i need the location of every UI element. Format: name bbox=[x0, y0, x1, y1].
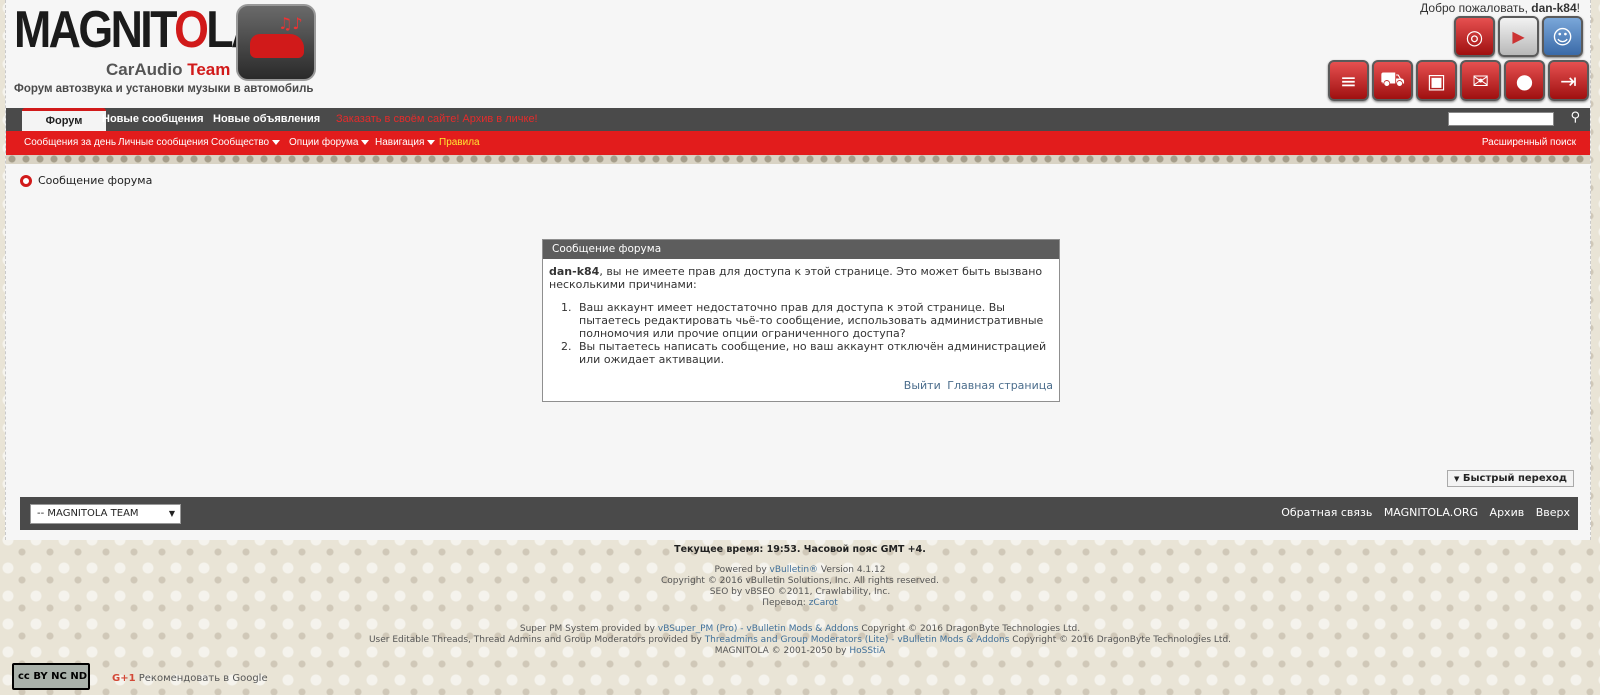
site-tagline: Форум автозвука и установки музыки в авт… bbox=[14, 83, 314, 95]
tab-new-ads[interactable]: Новые объявления bbox=[213, 108, 320, 131]
footer-links: Обратная связь MAGNITOLA.ORG Архив Вверх bbox=[1273, 506, 1570, 519]
pm-addon-link[interactable]: vBSuper_PM (Pro) - vBulletin Mods & Addo… bbox=[658, 624, 859, 634]
message-username: dan-k84 bbox=[549, 265, 600, 278]
list-item: Ваш аккаунт имеет недостаточно прав для … bbox=[575, 301, 1053, 340]
footer-bar: -- MAGNITOLA TEAM ▼ Обратная связь MAGNI… bbox=[20, 497, 1578, 530]
logout-icon[interactable]: ⇥ bbox=[1548, 60, 1589, 101]
logo-wordmark: MAGNITOLA bbox=[14, 1, 263, 59]
multimedia-icon[interactable]: ▶ bbox=[1498, 16, 1539, 57]
footer-link-home[interactable]: MAGNITOLA.ORG bbox=[1384, 506, 1478, 519]
subnav-community[interactable]: Сообщество bbox=[211, 131, 281, 155]
subnav-forum-options[interactable]: Опции форума bbox=[289, 131, 370, 155]
main-navbar: Форум Новые сообщения Новые объявления З… bbox=[6, 108, 1590, 131]
vbulletin-link[interactable]: vBulletin® bbox=[770, 565, 818, 575]
footer-link-top[interactable]: Вверх bbox=[1536, 506, 1570, 519]
breadcrumb-current: Сообщение форума bbox=[38, 174, 153, 187]
chevron-down-icon bbox=[361, 139, 370, 145]
logo-subtitle: CarAudio Team bbox=[106, 60, 231, 79]
footer-link-contact[interactable]: Обратная связь bbox=[1281, 506, 1372, 519]
logout-link[interactable]: Выйти bbox=[904, 379, 941, 392]
chevron-down-icon bbox=[272, 139, 281, 145]
reasons-list: Ваш аккаунт имеет недостаточно прав для … bbox=[575, 301, 1053, 366]
chevron-down-icon bbox=[427, 139, 436, 145]
footer-link-archive[interactable]: Архив bbox=[1490, 506, 1525, 519]
profile-icon[interactable]: ● bbox=[1504, 60, 1545, 101]
search-icon[interactable]: ⚲ bbox=[1570, 110, 1580, 125]
list-item: Вы пытаетесь написать сообщение, но ваш … bbox=[575, 340, 1053, 366]
mail-icon[interactable]: ✉ bbox=[1460, 60, 1501, 101]
lifebuoy-icon[interactable]: ◎ bbox=[1454, 16, 1495, 57]
decorative-strip bbox=[6, 155, 1590, 164]
list-icon[interactable]: ≡ bbox=[1328, 60, 1369, 101]
message-body: dan-k84, вы не имеете прав для доступа к… bbox=[543, 259, 1059, 366]
subnav-navigation[interactable]: Навигация bbox=[375, 131, 436, 155]
style-select[interactable]: -- MAGNITOLA TEAM ▼ bbox=[30, 504, 181, 524]
current-time: Текущее время: 19:53. Часовой пояс GMT +… bbox=[674, 544, 926, 555]
message-intro: dan-k84, вы не имеете прав для доступа к… bbox=[549, 265, 1043, 291]
home-icon[interactable] bbox=[20, 174, 32, 187]
creative-commons-badge[interactable]: cc BY NC ND bbox=[12, 663, 90, 690]
triangle-down-icon: ▼ bbox=[1454, 475, 1460, 483]
gplus-icon[interactable]: G+1 bbox=[112, 673, 136, 684]
promo-link[interactable]: Заказать в своём сайте! Архив в личке! bbox=[336, 108, 538, 131]
message-title: Сообщение форума bbox=[543, 240, 1059, 259]
site-logo[interactable]: MAGNITOLA CarAudio Team ♫♪ bbox=[14, 1, 316, 82]
forum-message-box: Сообщение форума dan-k84, вы не имеете п… bbox=[542, 239, 1060, 402]
search-input[interactable] bbox=[1448, 112, 1554, 126]
picture-icon[interactable]: ▣ bbox=[1416, 60, 1457, 101]
author-link[interactable]: HoSStiA bbox=[849, 646, 885, 656]
quick-nav-button[interactable]: ▼ Быстрый переход bbox=[1447, 470, 1574, 487]
tab-new-posts[interactable]: Новые сообщения bbox=[102, 108, 204, 131]
page-container: MAGNITOLA CarAudio Team ♫♪ Форум автозву… bbox=[5, 0, 1591, 540]
subnav-private-messages[interactable]: Личные сообщения bbox=[118, 131, 209, 155]
footer-credits: Текущее время: 19:53. Часовой пояс GMT +… bbox=[0, 544, 1600, 657]
gplus-widget[interactable]: G+1 Рекомендовать в Google bbox=[112, 673, 268, 684]
threadmins-link[interactable]: Threadmins and Group Moderators (Lite) -… bbox=[705, 635, 1010, 645]
car-badge-icon: ♫♪ bbox=[236, 4, 316, 81]
breadcrumb: Сообщение форума bbox=[20, 174, 152, 187]
translation-link[interactable]: zCarot bbox=[809, 598, 838, 608]
chevron-down-icon: ▼ bbox=[168, 509, 175, 518]
tab-forum[interactable]: Форум bbox=[22, 108, 106, 131]
welcome-username[interactable]: dan-k84 bbox=[1531, 1, 1576, 15]
cart-icon[interactable]: ⛟ bbox=[1372, 60, 1413, 101]
message-links: Выйти Главная страница bbox=[901, 379, 1053, 392]
welcome-text: Добро пожаловать, dan-k84! bbox=[1420, 1, 1580, 15]
subnav-today-posts[interactable]: Сообщения за день bbox=[24, 131, 116, 155]
support-icon[interactable]: ☺ bbox=[1542, 16, 1583, 57]
addon-credits: Super PM System provided by vBSuper_PM (… bbox=[368, 624, 1232, 656]
subnav-rules[interactable]: Правила bbox=[439, 131, 480, 155]
home-link[interactable]: Главная страница bbox=[947, 379, 1053, 392]
advanced-search-link[interactable]: Расширенный поиск bbox=[1482, 131, 1576, 155]
vbulletin-credits: Powered by vBulletin® Version 4.1.12 Cop… bbox=[660, 565, 940, 608]
sub-navbar: Сообщения за день Личные сообщения Сообщ… bbox=[6, 131, 1590, 155]
